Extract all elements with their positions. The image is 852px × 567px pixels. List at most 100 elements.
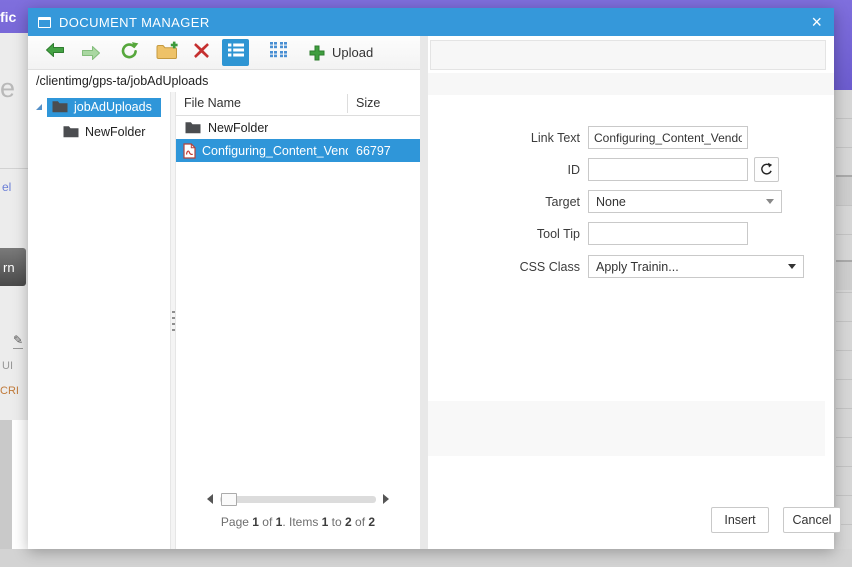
- splitter-grip-icon: [171, 310, 175, 331]
- link-properties-panel: Link Text ID Target None Tool Tip: [428, 36, 841, 549]
- scrollbar-track[interactable]: [220, 492, 376, 506]
- tree-item-jobaduploads[interactable]: jobAdUploads: [28, 96, 170, 118]
- css-class-selected-value: Apply Trainin...: [596, 259, 679, 274]
- upload-label: Upload: [332, 45, 374, 60]
- scroll-right-arrow-icon[interactable]: [383, 494, 389, 504]
- section-divider: [420, 36, 428, 549]
- forward-arrow-icon: [81, 45, 101, 61]
- background-text-fragment: UI: [2, 360, 13, 372]
- pdf-icon: [183, 142, 196, 159]
- form-row-css-class: CSS Class Apply Trainin...: [428, 254, 804, 279]
- back-arrow-icon: [45, 42, 65, 63]
- list-view-button[interactable]: [222, 39, 249, 66]
- panel-subheader-strip: [428, 73, 834, 95]
- background-table-row: [836, 260, 852, 290]
- pager-number: 2: [345, 515, 352, 529]
- panel-header-box: [430, 40, 826, 70]
- file-name: Configuring_Content_Vendo: [202, 143, 348, 158]
- link-text-label: Link Text: [530, 130, 580, 145]
- folder-tree: jobAdUploads NewFolder: [28, 92, 170, 549]
- background-left-strip: e el rn ✎ UI CRI: [0, 33, 28, 549]
- window-icon: [38, 16, 51, 28]
- refresh-circle-icon: [759, 162, 774, 177]
- background-header-text-fragment: fic: [0, 9, 17, 25]
- form-row-target: Target None: [428, 189, 782, 214]
- column-header-file-name[interactable]: File Name: [184, 96, 241, 110]
- insert-button[interactable]: Insert: [711, 507, 769, 533]
- tree-expander-icon[interactable]: [35, 103, 43, 111]
- close-icon[interactable]: ×: [809, 13, 824, 31]
- forward-button[interactable]: [78, 39, 104, 66]
- target-label: Target: [545, 194, 580, 209]
- tree-item-newfolder[interactable]: NewFolder: [63, 121, 170, 142]
- background-panel: [12, 420, 28, 549]
- file-row-selected[interactable]: Configuring_Content_Vendo 66797: [176, 139, 420, 162]
- background-table-rows: [836, 90, 852, 549]
- background-table-row: [836, 175, 852, 205]
- cancel-button[interactable]: Cancel: [783, 507, 841, 533]
- column-header-size[interactable]: Size: [356, 96, 380, 110]
- folder-icon: [52, 100, 68, 113]
- pager-text: Page: [220, 515, 253, 529]
- upload-button[interactable]: Upload: [309, 45, 373, 61]
- tree-item-selected[interactable]: jobAdUploads: [47, 97, 161, 117]
- file-list-header: File Name Size: [176, 92, 420, 116]
- form-row-tool-tip: Tool Tip: [428, 221, 748, 246]
- css-class-select[interactable]: Apply Trainin...: [588, 255, 804, 278]
- new-folder-button[interactable]: [154, 39, 180, 66]
- pager-status: Page 1 of 1. Items 1 to 2 of 2: [176, 515, 420, 529]
- css-class-label: CSS Class: [519, 259, 580, 274]
- refresh-icon: [119, 41, 140, 65]
- background-link-fragment: el: [2, 180, 12, 194]
- folder-icon: [185, 121, 201, 134]
- background-panel: [0, 420, 12, 549]
- tree-item-label: NewFolder: [85, 124, 146, 139]
- edit-icon: ✎: [13, 333, 24, 349]
- tool-tip-input[interactable]: [588, 222, 748, 245]
- upload-plus-icon: [309, 45, 325, 61]
- background-divider: [0, 168, 28, 169]
- pager-text: of: [351, 515, 369, 529]
- grid-view-icon: [269, 42, 287, 63]
- delete-x-icon: [193, 42, 210, 64]
- pager-number: 2: [368, 515, 376, 529]
- chevron-down-icon: [788, 264, 796, 269]
- panel-footer-strip: [428, 401, 825, 456]
- form-row-id: ID: [428, 157, 779, 182]
- pager-text: . Items: [282, 515, 322, 529]
- target-selected-value: None: [596, 194, 626, 209]
- background-text-fragment: e: [0, 73, 16, 103]
- pager-text: of: [258, 515, 276, 529]
- chevron-down-icon: [766, 199, 774, 204]
- target-select[interactable]: None: [588, 190, 782, 213]
- form-row-link-text: Link Text: [428, 125, 748, 150]
- document-manager-dialog: DOCUMENT MANAGER × Upload /clientimg/gps…: [28, 8, 841, 549]
- background-text-fragment: CRI: [0, 385, 19, 397]
- link-text-input[interactable]: [588, 126, 748, 149]
- new-folder-icon: [156, 41, 178, 65]
- refresh-button[interactable]: [116, 39, 142, 66]
- browser-panes: jobAdUploads NewFolder File Name Size Ne…: [28, 92, 420, 549]
- file-size: 66797: [356, 143, 391, 158]
- id-input[interactable]: [588, 158, 748, 181]
- scroll-left-arrow-icon[interactable]: [207, 494, 213, 504]
- id-label: ID: [567, 162, 581, 177]
- file-browser-section: Upload /clientimg/gps-ta/jobAdUploads jo…: [28, 36, 420, 549]
- generate-id-button[interactable]: [754, 157, 779, 182]
- file-name: NewFolder: [208, 120, 269, 135]
- horizontal-scrollbar: [176, 492, 420, 506]
- folder-icon: [63, 125, 79, 138]
- scrollbar-thumb[interactable]: [221, 492, 237, 506]
- grid-view-button[interactable]: [265, 39, 291, 66]
- toolbar: Upload: [28, 36, 420, 70]
- back-button[interactable]: [42, 39, 68, 66]
- current-path: /clientimg/gps-ta/jobAdUploads: [28, 70, 420, 92]
- tree-item-label: jobAdUploads: [74, 99, 152, 114]
- dialog-titlebar: DOCUMENT MANAGER ×: [28, 8, 834, 36]
- file-row-newfolder[interactable]: NewFolder: [176, 116, 420, 139]
- column-divider: [347, 94, 348, 113]
- pager-text: to: [328, 515, 346, 529]
- pager-number: 1: [252, 515, 259, 529]
- delete-button[interactable]: [188, 39, 214, 66]
- screen: fic e el rn ✎ UI CRI DOCUMENT MANAGER ×: [0, 0, 852, 567]
